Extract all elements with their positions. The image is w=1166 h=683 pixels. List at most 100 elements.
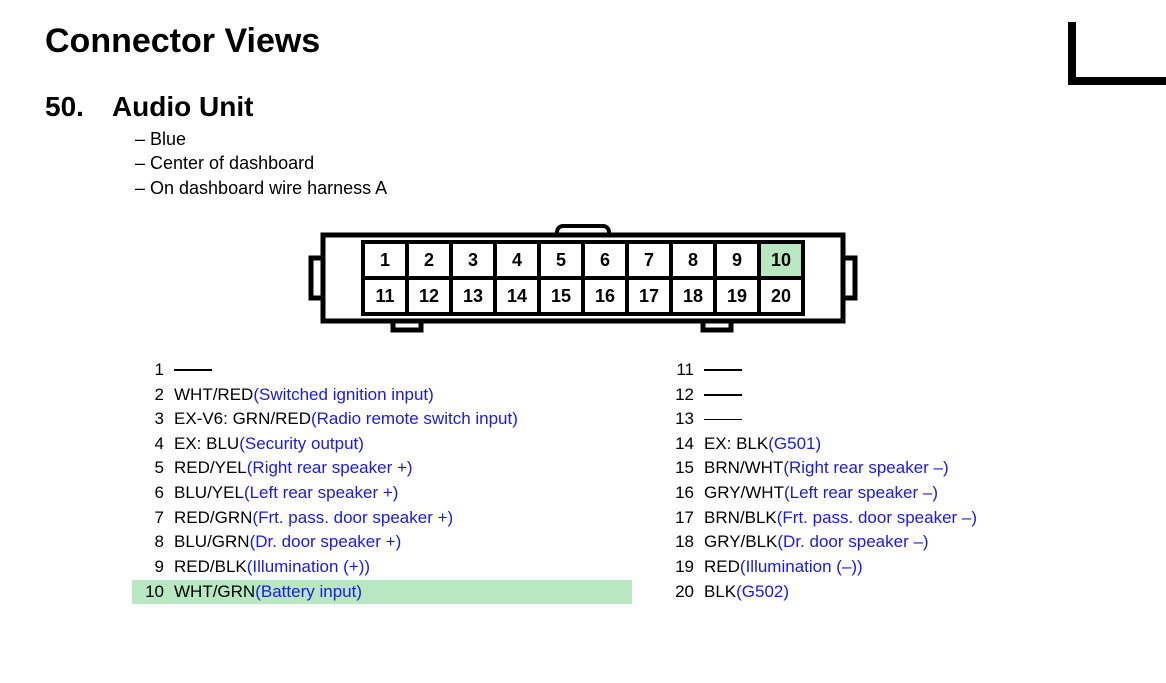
wire-color: BRN/BLK: [704, 506, 777, 531]
pin-label-2: 2: [424, 250, 434, 270]
pin-number: 2: [136, 383, 164, 408]
pin-row-19: 19 RED (Illumination (–)): [662, 555, 1162, 580]
wire-color: WHT/RED: [174, 383, 253, 408]
pin-row-2: 2 WHT/RED (Switched ignition input): [132, 383, 632, 408]
pin-row-15: 15 BRN/WHT (Right rear speaker –): [662, 456, 1162, 481]
pin-label-11: 11: [375, 286, 394, 306]
pin-number: 7: [136, 506, 164, 531]
pin-label-14: 14: [507, 286, 527, 306]
pin-number: 5: [136, 456, 164, 481]
pin-row-5: 5 RED/YEL (Right rear speaker +): [132, 456, 632, 481]
pin-label-16: 16: [595, 286, 615, 306]
pin-label-12: 12: [419, 286, 439, 306]
pin-description: (Frt. pass. door speaker –): [777, 506, 977, 531]
pin-label-15: 15: [551, 286, 571, 306]
pin-row-16: 16 GRY/WHT (Left rear speaker –): [662, 481, 1162, 506]
pin-number: 13: [666, 407, 694, 432]
pin-description: (Dr. door speaker –): [777, 530, 928, 555]
pin-column-left: 12 WHT/RED (Switched ignition input)3EX-V…: [132, 358, 632, 604]
empty-pin-dash: [704, 369, 742, 371]
wire-color: BLK: [704, 580, 736, 605]
pin-label-10: 10: [771, 250, 791, 270]
pin-row-8: 8BLU/GRN (Dr. door speaker +): [132, 530, 632, 555]
pin-number: 6: [136, 481, 164, 506]
note-line: – Blue: [135, 127, 1166, 151]
pin-description: (Security output): [239, 432, 364, 457]
empty-pin-dash: [174, 369, 212, 371]
section-header: 50. Audio Unit: [45, 91, 1166, 123]
pin-row-7: 7RED/GRN (Frt. pass. door speaker +): [132, 506, 632, 531]
pin-label-9: 9: [732, 250, 742, 270]
pin-number: 12: [666, 383, 694, 408]
pin-row-10: 10 WHT/GRN (Battery input): [132, 580, 632, 605]
pin-row-14: 14 EX: BLK (G501): [662, 432, 1162, 457]
pin-description: (Left rear speaker –): [784, 481, 938, 506]
pin-row-20: 20 BLK (G502): [662, 580, 1162, 605]
pin-description: (Battery input): [255, 580, 362, 605]
pin-number: 4: [136, 432, 164, 457]
wire-color: GRY/BLK: [704, 530, 777, 555]
connector-svg: 1234567891011121314151617181920: [303, 218, 863, 338]
note-line: – On dashboard wire harness A: [135, 176, 1166, 200]
pin-row-4: 4 EX: BLU (Security output): [132, 432, 632, 457]
note-line: – Center of dashboard: [135, 151, 1166, 175]
connector-diagram: 1234567891011121314151617181920: [303, 218, 863, 338]
pin-tables: 12 WHT/RED (Switched ignition input)3EX-V…: [132, 358, 1166, 604]
wire-color: GRY/WHT: [704, 481, 784, 506]
pin-description: (Illumination (–)): [740, 555, 863, 580]
wire-color: RED: [704, 555, 740, 580]
wire-color: RED/BLK: [174, 555, 247, 580]
pin-label-20: 20: [771, 286, 791, 306]
pin-row-12: 12: [662, 383, 1162, 408]
pin-description: (Frt. pass. door speaker +): [252, 506, 453, 531]
wire-color: EX-V6: GRN/RED: [174, 407, 311, 432]
pin-number: 10: [136, 580, 164, 605]
wire-color: EX: BLU: [174, 432, 239, 457]
pin-row-9: 9RED/BLK (Illumination (+)): [132, 555, 632, 580]
pin-row-11: 11: [662, 358, 1162, 383]
pin-label-3: 3: [468, 250, 478, 270]
pin-description: (G501): [768, 432, 821, 457]
pin-label-4: 4: [512, 250, 522, 270]
pin-number: 8: [136, 530, 164, 555]
pin-row-3: 3EX-V6: GRN/RED (Radio remote switch inp…: [132, 407, 632, 432]
pin-description: (Right rear speaker +): [247, 456, 413, 481]
pin-row-17: 17 BRN/BLK (Frt. pass. door speaker –): [662, 506, 1162, 531]
pin-row-18: 18 GRY/BLK (Dr. door speaker –): [662, 530, 1162, 555]
pin-row-6: 6 BLU/YEL (Left rear speaker +): [132, 481, 632, 506]
pin-number: 15: [666, 456, 694, 481]
pin-number: 16: [666, 481, 694, 506]
pin-label-19: 19: [727, 286, 747, 306]
pin-label-8: 8: [688, 250, 698, 270]
pin-number: 17: [666, 506, 694, 531]
pin-label-18: 18: [683, 286, 703, 306]
wire-color: RED/YEL: [174, 456, 247, 481]
pin-description: (Right rear speaker –): [783, 456, 948, 481]
pin-number: 20: [666, 580, 694, 605]
pin-label-7: 7: [644, 250, 654, 270]
corner-mark: [1068, 22, 1166, 85]
empty-pin-dash: [704, 419, 742, 421]
pin-description: (Left rear speaker +): [244, 481, 399, 506]
pin-number: 1: [136, 358, 164, 383]
pin-row-1: 1: [132, 358, 632, 383]
wire-color: EX: BLK: [704, 432, 768, 457]
section-number: 50.: [45, 91, 84, 123]
pin-label-5: 5: [556, 250, 566, 270]
pin-number: 14: [666, 432, 694, 457]
pin-number: 11: [666, 358, 694, 383]
pin-description: (G502): [736, 580, 789, 605]
wire-color: WHT/GRN: [174, 580, 255, 605]
pin-label-1: 1: [380, 250, 390, 270]
wire-color: BLU/YEL: [174, 481, 244, 506]
wire-color: BRN/WHT: [704, 456, 783, 481]
pin-number: 19: [666, 555, 694, 580]
page-title: Connector Views: [45, 22, 1166, 61]
pin-number: 9: [136, 555, 164, 580]
wire-color: BLU/GRN: [174, 530, 250, 555]
pin-description: (Switched ignition input): [253, 383, 433, 408]
pin-label-13: 13: [463, 286, 483, 306]
pin-label-6: 6: [600, 250, 610, 270]
section-notes: – Blue – Center of dashboard – On dashbo…: [135, 127, 1166, 200]
pin-number: 18: [666, 530, 694, 555]
